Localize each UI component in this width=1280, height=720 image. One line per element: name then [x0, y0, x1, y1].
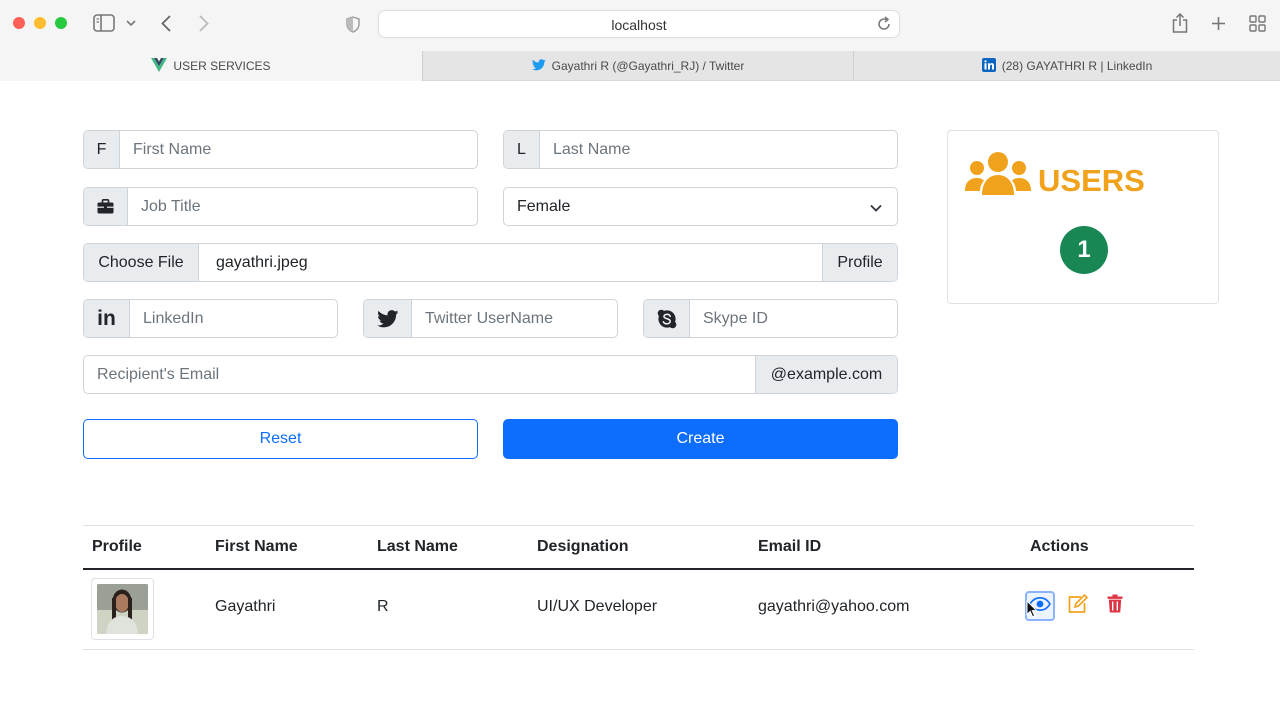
- linkedin-icon: in: [84, 300, 130, 337]
- users-group-icon: [965, 151, 1031, 202]
- email-group: Recipient's Email @example.com: [83, 355, 898, 394]
- cell-first-name: Gayathri: [215, 598, 276, 615]
- tab-bar: USER SERVICES Gayathri R (@Gayathri_RJ) …: [0, 51, 1280, 81]
- reset-button[interactable]: Reset: [83, 419, 478, 459]
- skype-group: Skype ID: [643, 299, 898, 338]
- edit-user-button[interactable]: [1063, 591, 1093, 621]
- profile-addon: Profile: [822, 244, 897, 281]
- tab-label: USER SERVICES: [173, 59, 271, 73]
- column-header-actions: Actions: [1030, 538, 1089, 555]
- column-header-email: Email ID: [758, 538, 822, 555]
- twitter-input[interactable]: Twitter UserName: [412, 300, 617, 337]
- column-header-designation: Designation: [537, 538, 629, 555]
- share-icon[interactable]: [1171, 12, 1189, 34]
- linkedin-input[interactable]: LinkedIn: [130, 300, 337, 337]
- edit-icon: [1067, 593, 1089, 619]
- users-count-card: USERS 1: [947, 130, 1219, 304]
- cell-designation: UI/UX Developer: [537, 598, 658, 615]
- mouse-cursor-icon: [1026, 599, 1038, 623]
- cell-email: gayathri@yahoo.com: [758, 598, 910, 615]
- column-header-last-name: Last Name: [377, 538, 458, 555]
- last-name-group: L Last Name: [503, 130, 898, 169]
- skype-icon: [644, 300, 690, 337]
- profile-photo: [97, 584, 148, 634]
- users-count-badge: 1: [1060, 226, 1108, 274]
- briefcase-icon: [84, 188, 128, 225]
- twitter-icon: [364, 300, 412, 337]
- forward-icon[interactable]: [196, 13, 212, 33]
- job-title-input[interactable]: Job Title: [128, 188, 477, 225]
- email-domain-addon: @example.com: [755, 356, 897, 393]
- vue-logo-icon: [151, 57, 168, 75]
- column-header-first-name: First Name: [215, 538, 298, 555]
- job-title-group: Job Title: [83, 187, 478, 226]
- tab-label: (28) GAYATHRI R | LinkedIn: [1001, 59, 1153, 73]
- privacy-shield-icon[interactable]: [344, 14, 362, 34]
- create-button[interactable]: Create: [503, 419, 898, 459]
- tab-twitter[interactable]: Gayathri R (@Gayathri_RJ) / Twitter: [423, 51, 853, 81]
- twitter-group: Twitter UserName: [363, 299, 618, 338]
- new-tab-icon[interactable]: [1209, 14, 1227, 32]
- table-top-border: [83, 525, 1194, 526]
- cell-last-name: R: [377, 598, 389, 615]
- tab-user-services[interactable]: USER SERVICES: [0, 51, 422, 81]
- delete-user-button[interactable]: [1100, 591, 1130, 621]
- first-name-group: F First Name: [83, 130, 478, 169]
- reload-icon[interactable]: [877, 16, 891, 36]
- first-name-input[interactable]: First Name: [120, 131, 477, 168]
- zoom-window-button[interactable]: [55, 17, 67, 29]
- file-name[interactable]: gayathri.jpeg: [199, 244, 822, 281]
- gender-select[interactable]: Female: [503, 187, 898, 226]
- twitter-bird-icon: [531, 58, 546, 74]
- profile-file-group: Choose File gayathri.jpeg Profile: [83, 243, 898, 282]
- tab-overview-icon[interactable]: [1247, 14, 1267, 32]
- last-name-addon: L: [504, 131, 540, 168]
- browser-toolbar: localhost: [0, 0, 1280, 51]
- close-window-button[interactable]: [13, 17, 25, 29]
- column-header-profile: Profile: [92, 538, 142, 555]
- users-card-title: USERS: [1038, 163, 1145, 198]
- tab-linkedin[interactable]: (28) GAYATHRI R | LinkedIn: [854, 51, 1280, 81]
- skype-input[interactable]: Skype ID: [690, 300, 897, 337]
- sidebar-toggle-icon[interactable]: [93, 14, 115, 32]
- profile-thumbnail: [91, 578, 154, 640]
- trash-icon: [1107, 594, 1123, 618]
- email-input[interactable]: Recipient's Email: [84, 356, 755, 393]
- url-text: localhost: [611, 17, 667, 33]
- back-icon[interactable]: [158, 13, 174, 33]
- first-name-addon: F: [84, 131, 120, 168]
- choose-file-button[interactable]: Choose File: [84, 244, 199, 281]
- table-header-border: [83, 568, 1194, 570]
- address-bar[interactable]: localhost: [378, 10, 900, 38]
- chevron-down-icon[interactable]: [125, 18, 137, 28]
- table-bottom-border: [83, 649, 1194, 650]
- minimize-window-button[interactable]: [34, 17, 46, 29]
- linkedin-logo-icon: [981, 57, 996, 75]
- linkedin-group: in LinkedIn: [83, 299, 338, 338]
- gender-selected-value: Female: [517, 197, 571, 215]
- chevron-down-icon: [869, 200, 883, 218]
- tab-label: Gayathri R (@Gayathri_RJ) / Twitter: [551, 59, 745, 73]
- last-name-input[interactable]: Last Name: [540, 131, 897, 168]
